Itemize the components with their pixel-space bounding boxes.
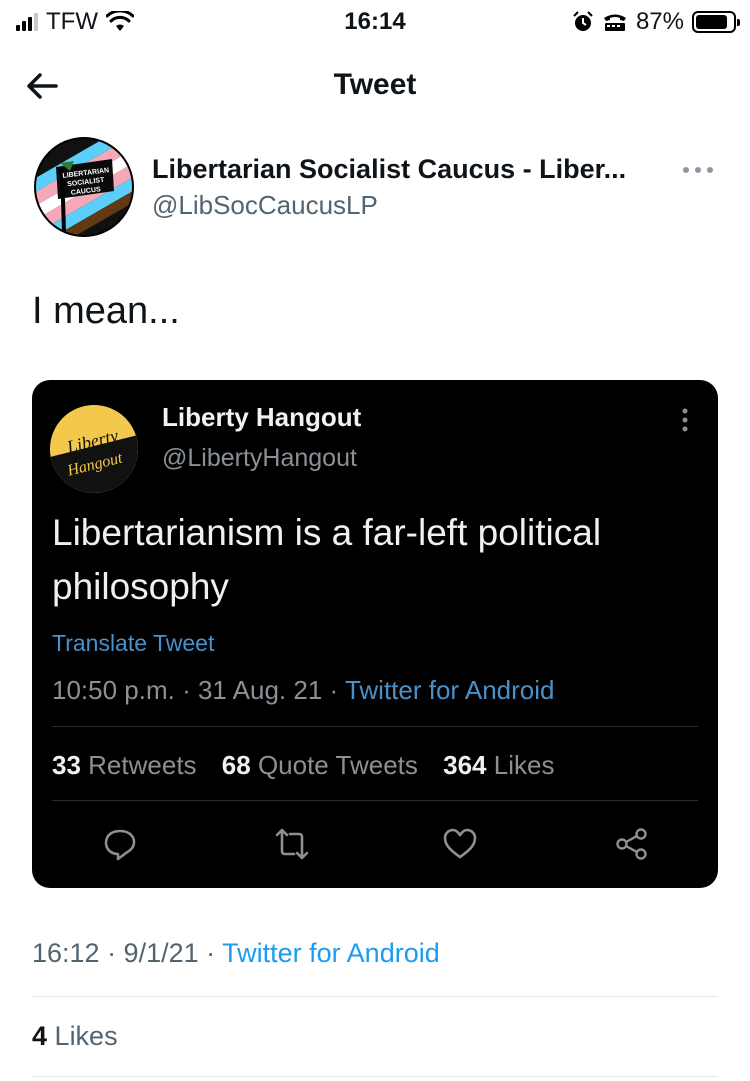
embedded-author-name: Liberty Hangout xyxy=(162,402,362,432)
battery-icon xyxy=(692,11,740,33)
embedded-tweet-text: Libertarianism is a far-left political p… xyxy=(52,512,602,607)
author-handle[interactable]: @LibSocCaucusLP xyxy=(152,190,378,221)
embedded-author-handle: @LibertyHangout xyxy=(162,444,357,472)
author-name[interactable]: Libertarian Socialist Caucus - Liber... xyxy=(152,154,682,185)
embedded-translate-link: Translate Tweet xyxy=(52,630,215,656)
embedded-quotes-label: Quote Tweets xyxy=(257,750,418,780)
embedded-stats: 33 Retweets 68 Quote Tweets 364 Likes xyxy=(52,750,554,781)
status-bar: TFW 16:14 87% xyxy=(0,0,750,44)
more-options-icon[interactable] xyxy=(680,158,716,182)
tty-icon xyxy=(603,14,626,31)
tweet-source-link[interactable]: Twitter for Android xyxy=(222,938,440,968)
like-icon xyxy=(443,828,477,859)
alarm-icon xyxy=(573,11,593,31)
retweet-icon xyxy=(275,828,309,860)
author-avatar[interactable]: LIBERTARIAN SOCIALIST CAUCUS xyxy=(34,137,134,237)
liberty-hangout-logo: Liberty Hangout xyxy=(50,405,138,493)
divider xyxy=(32,996,718,997)
tweet-timestamp: 16:12 · 9/1/21 · xyxy=(32,938,223,968)
status-right: 87% xyxy=(572,8,740,36)
battery-percent: 87% xyxy=(635,8,684,35)
tweet-meta: 16:12 · 9/1/21 · Twitter for Android xyxy=(32,938,440,969)
likes-count: 4 xyxy=(32,1021,48,1051)
caucus-logo: LIBERTARIAN SOCIALIST CAUCUS xyxy=(36,139,132,235)
embedded-divider xyxy=(52,726,698,727)
embedded-divider xyxy=(52,800,698,801)
embedded-tweet-image[interactable]: Liberty Hangout Liberty Hangout @Liberty… xyxy=(32,380,718,888)
embedded-timestamp: 10:50 p.m. · 31 Aug. 21 · xyxy=(52,675,345,705)
top-nav-bar: Tweet xyxy=(0,56,750,116)
embedded-quotes-count: 68 xyxy=(221,750,251,780)
likes-summary[interactable]: 4 Likes xyxy=(32,1021,118,1052)
embedded-retweets-count: 33 xyxy=(52,750,81,780)
embedded-action-bar xyxy=(32,826,718,866)
embedded-likes-count: 364 xyxy=(443,750,487,780)
embedded-more-icon xyxy=(682,408,688,432)
reply-icon xyxy=(104,829,136,861)
embedded-source: Twitter for Android xyxy=(344,675,555,705)
embedded-likes-label: Likes xyxy=(493,750,555,780)
embedded-retweets-label: Retweets xyxy=(88,750,197,780)
page-title: Tweet xyxy=(333,68,417,101)
tweet-text: I mean... xyxy=(32,290,180,332)
embedded-avatar: Liberty Hangout xyxy=(50,405,138,493)
likes-label: Likes xyxy=(54,1021,118,1051)
share-icon xyxy=(616,828,647,860)
embedded-meta: 10:50 p.m. · 31 Aug. 21 · Twitter for An… xyxy=(52,675,554,706)
divider xyxy=(32,1076,718,1077)
